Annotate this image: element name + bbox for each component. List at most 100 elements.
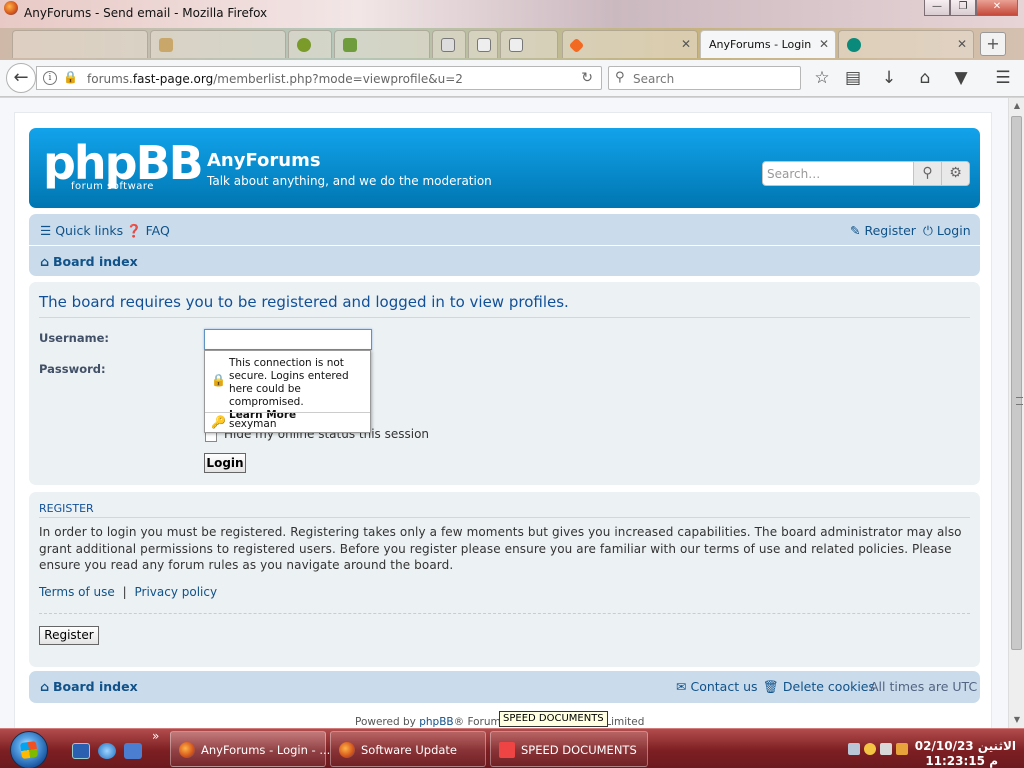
tab-favicon	[159, 38, 173, 52]
tray-app-icon[interactable]	[864, 743, 876, 755]
register-heading: Register	[39, 502, 94, 515]
forum-header: phpBB forum software AnyForums Talk abou…	[29, 128, 980, 208]
tab-10[interactable]: ✕	[838, 30, 974, 58]
show-desktop-icon[interactable]	[72, 743, 90, 759]
tab-3[interactable]	[288, 30, 332, 58]
phpbb-link[interactable]: phpBB	[419, 716, 453, 728]
login-button[interactable]: Login	[204, 453, 246, 473]
quicklaunch-app-icon[interactable]	[124, 743, 142, 759]
search-icon: ⚲	[615, 70, 625, 85]
register-button[interactable]: Register	[39, 626, 99, 645]
maximize-button[interactable]: ❐	[950, 0, 976, 16]
breadcrumb-board-index[interactable]: ⌂ Board index	[40, 254, 138, 269]
tab-close-icon[interactable]: ✕	[681, 37, 691, 51]
browser-search-input[interactable]: ⚲ Search	[608, 66, 801, 90]
username-input[interactable]	[204, 329, 372, 350]
tray-volume-icon[interactable]	[880, 743, 892, 755]
home-icon[interactable]: ⌂	[914, 68, 936, 88]
tab-close-icon[interactable]: ✕	[957, 37, 967, 51]
login-autocomplete-popup: 🔒 This connection is not secure. Logins …	[204, 350, 371, 433]
forum-search-input[interactable]: Search…	[767, 167, 820, 181]
delete-cookies-link[interactable]: 🗑 Delete cookies	[763, 679, 875, 695]
page-scrollbar[interactable]: ▲ ▼	[1008, 98, 1024, 728]
taskbar-speed-documents[interactable]: SPEED DOCUMENTS	[490, 731, 648, 767]
register-link[interactable]: ✎ Register	[850, 223, 916, 238]
image-icon	[509, 38, 523, 52]
navigation-toolbar: ← i 🔒 forums.fast-page.org/memberlist.ph…	[0, 60, 1024, 97]
firefox-icon	[339, 742, 355, 758]
tab-favicon	[847, 38, 861, 52]
windows-logo-icon	[19, 740, 39, 760]
tab-close-icon[interactable]: ✕	[819, 37, 829, 51]
tab-favicon	[297, 38, 311, 52]
new-tab-button[interactable]: +	[980, 32, 1006, 56]
login-link[interactable]: ⏻ Login	[923, 223, 971, 239]
footer-board-index[interactable]: ⌂ Board index	[40, 679, 138, 694]
clock-date[interactable]: 02/10/23 الاثنين	[915, 739, 1016, 753]
window-title: AnyForums - Send email - Mozilla Firefox	[24, 6, 268, 20]
close-window-button[interactable]: ✕	[976, 0, 1018, 16]
info-icon[interactable]: i	[43, 71, 57, 85]
downloads-icon[interactable]: ↓	[878, 68, 900, 88]
home-icon: ⌂	[40, 679, 49, 694]
register-description: In order to login you must be registered…	[39, 525, 962, 572]
hamburger-icon: ☰	[40, 223, 52, 238]
firefox-icon	[4, 1, 18, 15]
reload-icon[interactable]: ↻	[581, 70, 593, 86]
pocket-icon[interactable]: ▼	[950, 68, 972, 88]
quicklaunch-chevron[interactable]: »	[152, 729, 159, 743]
page-viewport: phpBB forum software AnyForums Talk abou…	[0, 98, 1008, 728]
tab-favicon	[343, 38, 357, 52]
tray-network-icon[interactable]	[848, 743, 860, 755]
reading-list-icon[interactable]: ▤	[842, 68, 864, 88]
document-app-icon	[499, 742, 515, 758]
scroll-thumb[interactable]	[1011, 116, 1023, 650]
scroll-down-icon[interactable]: ▼	[1009, 712, 1024, 728]
tab-strip: ✕ AnyForums - Login ✕ ✕ +	[0, 28, 1024, 60]
insecure-lock-icon: 🔒	[211, 373, 226, 387]
tab-8[interactable]: ✕	[562, 30, 698, 58]
privacy-policy-link[interactable]: Privacy policy	[134, 585, 217, 599]
document-icon	[441, 38, 455, 52]
quick-links-link[interactable]: ☰ Quick links	[40, 223, 123, 238]
saved-login-item[interactable]: sexyman	[229, 418, 277, 430]
taskbar-firefox-window[interactable]: AnyForums - Login - ...	[170, 731, 330, 767]
advanced-search-gear-icon[interactable]: ⚙	[941, 162, 969, 185]
key-icon: 🔑	[211, 415, 226, 429]
url-bar[interactable]: i 🔒 forums.fast-page.org/memberlist.php?…	[36, 66, 602, 90]
taskbar: » AnyForums - Login - ... Software Updat…	[0, 728, 1024, 768]
tab-6[interactable]	[468, 30, 498, 58]
scroll-up-icon[interactable]: ▲	[1009, 98, 1024, 114]
tab-anyforums-login[interactable]: AnyForums - Login ✕	[700, 30, 836, 58]
clock-time[interactable]: 11:23:15 م	[925, 754, 998, 768]
tray-tool-icon[interactable]	[896, 743, 908, 755]
back-button[interactable]: ←	[6, 63, 36, 93]
taskbar-tooltip: SPEED DOCUMENTS	[499, 711, 608, 727]
tab-4[interactable]	[334, 30, 430, 58]
taskbar-software-update[interactable]: Software Update	[330, 731, 486, 767]
tab-7[interactable]	[500, 30, 558, 58]
home-icon: ⌂	[40, 254, 49, 269]
forum-wrap: phpBB forum software AnyForums Talk abou…	[14, 112, 992, 728]
tab-5[interactable]	[432, 30, 466, 58]
internet-explorer-icon[interactable]	[98, 743, 116, 759]
tab-1[interactable]	[12, 30, 148, 58]
image-icon	[477, 38, 491, 52]
username-label: Username:	[39, 331, 109, 345]
contact-us-link[interactable]: ✉ Contact us	[676, 679, 758, 694]
phpbb-logo[interactable]: phpBB forum software	[43, 140, 204, 194]
minimize-button[interactable]: —	[924, 0, 950, 16]
envelope-icon: ✉	[676, 679, 687, 694]
login-panel: The board requires you to be registered …	[29, 282, 980, 485]
menu-icon[interactable]: ☰	[992, 68, 1014, 88]
tab-2[interactable]	[150, 30, 286, 58]
url-text: forums.fast-page.org/memberlist.php?mode…	[87, 72, 463, 86]
bookmark-star-icon[interactable]: ☆	[811, 68, 833, 88]
register-panel: Register In order to login you must be r…	[29, 492, 980, 667]
terms-of-use-link[interactable]: Terms of use	[39, 585, 115, 599]
password-label: Password:	[39, 362, 106, 376]
insecure-lock-icon[interactable]: 🔒	[63, 70, 78, 84]
start-button[interactable]	[10, 731, 48, 768]
search-button[interactable]: ⚲	[913, 162, 941, 185]
faq-link[interactable]: ❓ FAQ	[126, 223, 170, 239]
